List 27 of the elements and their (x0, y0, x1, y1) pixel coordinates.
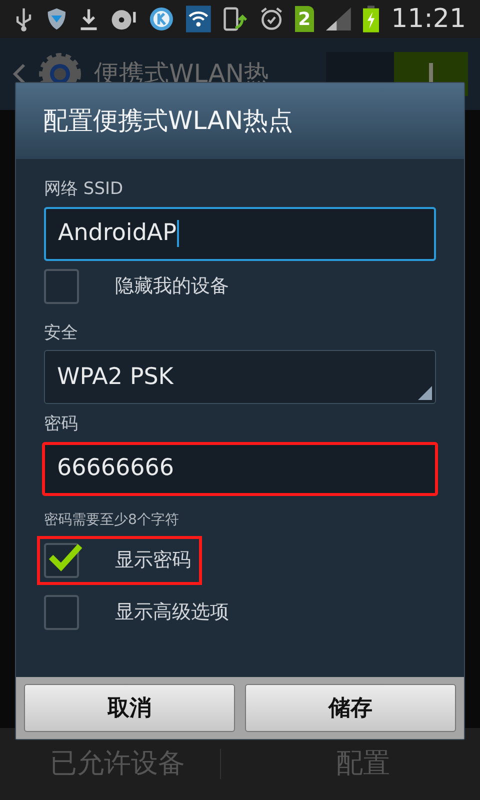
field-label: 密码 (44, 413, 79, 436)
text-field[interactable]: 66666666 (42, 442, 438, 496)
field-label: 网络 SSID (44, 178, 124, 201)
hint-text: 密码需要至少8个字符 (44, 510, 180, 530)
circle-logo-icon (149, 5, 174, 33)
security-dropdown[interactable]: WPA2 PSK (44, 350, 436, 404)
wifi-icon (186, 4, 211, 34)
back-icon[interactable] (12, 63, 26, 85)
checkbox[interactable] (44, 269, 79, 304)
text-cursor (176, 220, 179, 247)
checkbox[interactable] (44, 543, 79, 578)
field-label: 安全 (44, 322, 79, 344)
checkbox-label: 显示高级选项 (115, 600, 229, 626)
phone-upload-icon (222, 5, 248, 33)
dialog-button[interactable]: 取消 (24, 684, 235, 732)
dialog-button[interactable]: 储存 (245, 684, 456, 732)
dialog-title: 配置便携式WLAN热点 (43, 105, 294, 138)
alarm-icon (260, 5, 283, 33)
sim-badge: 2 (294, 6, 314, 32)
text-field[interactable]: AndroidAP (44, 206, 436, 260)
checkmark-icon (48, 543, 82, 573)
signal-icon (326, 6, 352, 32)
clock: 11:21 (391, 2, 466, 36)
checkbox[interactable] (44, 595, 79, 630)
dropdown-corner-icon (418, 386, 432, 400)
checkbox-label: 隐藏我的设备 (115, 274, 229, 300)
checkbox-label: 显示密码 (115, 548, 191, 574)
